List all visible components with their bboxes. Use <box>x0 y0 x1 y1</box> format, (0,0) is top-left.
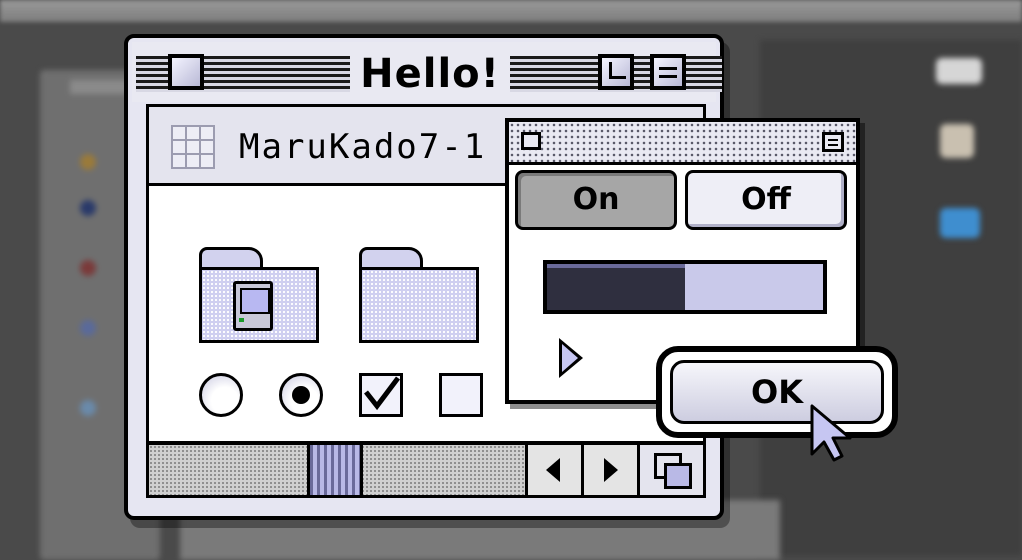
default-button-ring: OK <box>656 346 898 438</box>
horizontal-scrollbar[interactable] <box>146 442 706 498</box>
grid-view-icon <box>171 125 215 169</box>
off-button[interactable]: Off <box>685 170 847 230</box>
palette-collapse-box-icon[interactable] <box>822 132 844 152</box>
desktop-drive-icon <box>936 58 982 84</box>
folder-icon[interactable] <box>359 247 479 343</box>
palette-title-bar[interactable] <box>509 122 856 165</box>
desktop-app-icon <box>940 124 974 158</box>
checkbox-unchecked[interactable] <box>439 373 483 417</box>
collapse-box-icon[interactable] <box>650 54 686 90</box>
desktop-folder-icon <box>940 208 980 238</box>
system-folder-icon[interactable] <box>199 247 319 343</box>
progress-fill <box>547 264 685 310</box>
checkbox-checked[interactable] <box>359 373 403 417</box>
palette-close-box-icon[interactable] <box>521 132 541 150</box>
scroll-right-arrow-icon[interactable] <box>581 445 637 495</box>
grow-box-icon[interactable] <box>637 445 703 495</box>
on-button[interactable]: On <box>515 170 677 230</box>
header-title: MaruKado7-1 <box>239 127 487 167</box>
mac-computer-icon <box>233 281 273 331</box>
scroll-thumb[interactable] <box>307 445 363 495</box>
zoom-box-icon[interactable] <box>598 54 634 90</box>
title-bar[interactable]: Hello! <box>132 42 722 102</box>
disclosure-triangle-icon[interactable] <box>559 338 583 378</box>
window-title: Hello! <box>350 46 510 102</box>
radio-button-selected[interactable] <box>279 373 323 417</box>
desktop-menubar <box>0 0 1022 22</box>
progress-bar <box>543 260 827 314</box>
arrow-cursor-icon <box>810 404 852 462</box>
radio-button-unselected[interactable] <box>199 373 243 417</box>
scroll-left-arrow-icon[interactable] <box>525 445 581 495</box>
close-box-icon[interactable] <box>168 54 204 90</box>
